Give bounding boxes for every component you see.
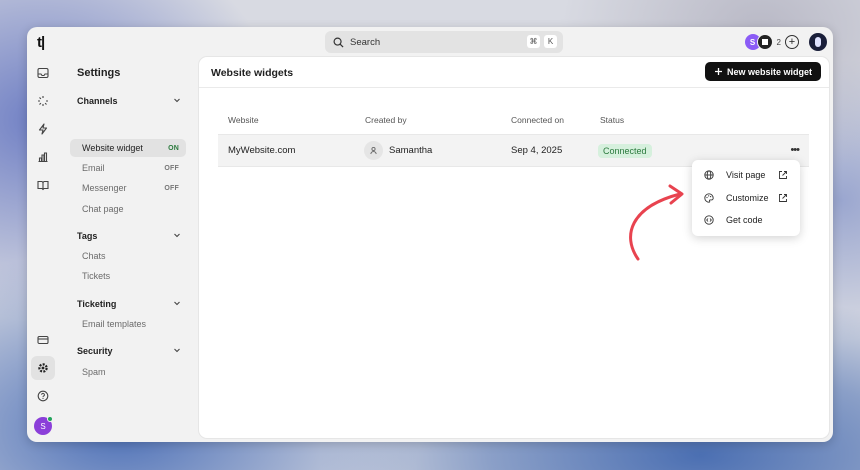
menu-item-label: Visit page <box>726 170 766 180</box>
nav-item-chats[interactable]: Chats <box>70 247 186 265</box>
new-button-label: New website widget <box>726 66 812 77</box>
nav-group-channels[interactable]: Channels <box>77 96 181 106</box>
nav-group-label: Ticketing <box>77 299 117 309</box>
plus-icon <box>714 68 722 75</box>
top-bar: t| Search ⌘ K S 2 + <box>27 27 833 57</box>
nav-item-label: Chat page <box>82 204 124 214</box>
nav-group-security[interactable]: Security <box>77 346 181 356</box>
code-icon <box>704 215 714 225</box>
shortcut-mod-key: ⌘ <box>527 35 540 48</box>
status-tag-off: OFF <box>164 184 179 192</box>
profile-avatar[interactable] <box>809 33 827 51</box>
column-header-connected-on[interactable]: Connected on <box>511 115 564 125</box>
shortcut-k-key: K <box>544 35 557 48</box>
nav-item-website-widget[interactable]: Website widget ON <box>70 139 186 157</box>
member-count: 2 <box>776 37 781 47</box>
menu-item-visit-page[interactable]: Visit page <box>692 165 800 185</box>
settings-title: Settings <box>77 67 121 79</box>
nav-group-label: Channels <box>77 96 118 106</box>
status-badge: Connected <box>598 144 652 158</box>
cell-website: MyWebsite.com <box>228 145 296 156</box>
cell-connected-on: Sep 4, 2025 <box>511 145 563 156</box>
header-divider <box>199 87 829 88</box>
help-icon[interactable] <box>36 389 50 403</box>
chevron-down-icon <box>174 301 180 306</box>
user-avatar-initial: S <box>40 421 46 431</box>
main-panel: Website widgets New website widget Websi… <box>199 57 829 438</box>
nav-item-label: Spam <box>82 367 106 377</box>
user-icon <box>364 141 383 160</box>
external-link-icon <box>778 170 788 180</box>
chevron-down-icon <box>174 98 180 103</box>
app-logo[interactable]: t| <box>37 34 45 51</box>
nav-item-spam[interactable]: Spam <box>70 363 186 381</box>
status-tag-off: OFF <box>164 164 179 172</box>
column-header-created-by[interactable]: Created by <box>365 115 407 125</box>
nav-item-messenger[interactable]: Messenger OFF <box>70 179 186 197</box>
nav-item-label: Messenger <box>82 183 127 193</box>
settings-nav: Settings Channels Website widget ON Emai… <box>65 57 191 442</box>
palette-icon <box>704 193 714 203</box>
search-icon <box>333 37 344 48</box>
nav-item-label: Email <box>82 163 105 173</box>
search-bar[interactable]: Search ⌘ K <box>325 31 563 53</box>
reports-icon[interactable] <box>36 150 50 164</box>
team-avatar-secondary[interactable] <box>756 34 773 50</box>
column-header-status[interactable]: Status <box>600 115 624 125</box>
chevron-down-icon <box>174 348 180 353</box>
menu-item-customize[interactable]: Customize <box>692 188 800 208</box>
nav-item-label: Website widget <box>82 143 143 153</box>
nav-group-label: Tags <box>77 231 98 241</box>
billing-icon[interactable] <box>36 333 50 347</box>
automation-icon[interactable] <box>36 94 50 108</box>
nav-item-chat-page[interactable]: Chat page <box>70 200 186 218</box>
status-tag-on: ON <box>168 144 179 152</box>
nav-item-email[interactable]: Email OFF <box>70 159 186 177</box>
nav-group-tags[interactable]: Tags <box>77 231 181 241</box>
menu-item-label: Customize <box>726 193 769 203</box>
inbox-icon[interactable] <box>36 66 50 80</box>
knowledge-base-icon[interactable] <box>36 178 50 192</box>
globe-icon <box>704 170 714 180</box>
nav-group-ticketing[interactable]: Ticketing <box>77 299 181 309</box>
search-label: Search <box>350 36 381 48</box>
menu-item-label: Get code <box>726 215 763 225</box>
gear-icon[interactable] <box>36 361 50 375</box>
chevron-down-icon <box>174 233 180 238</box>
online-status-dot <box>47 416 53 422</box>
nav-group-label: Security <box>77 346 113 356</box>
column-header-website[interactable]: Website <box>228 115 259 125</box>
external-link-icon <box>778 193 788 203</box>
new-website-widget-button[interactable]: New website widget <box>704 62 821 81</box>
add-member-icon[interactable]: + <box>785 35 799 49</box>
nav-item-tickets[interactable]: Tickets <box>70 267 186 285</box>
nav-item-label: Email templates <box>82 319 147 329</box>
top-right-controls: S 2 + <box>744 33 827 51</box>
row-actions-menu: Visit page Customize Get code <box>692 160 800 236</box>
nav-item-email-templates[interactable]: Email templates <box>70 315 186 333</box>
user-avatar[interactable]: S <box>34 416 53 435</box>
nav-item-label: Chats <box>82 251 106 261</box>
page-title: Website widgets <box>211 67 294 79</box>
icon-rail: S <box>27 57 59 442</box>
more-options-icon[interactable]: ••• <box>790 144 800 156</box>
menu-item-get-code[interactable]: Get code <box>692 210 800 230</box>
cell-created-by: Samantha <box>389 145 433 156</box>
lightning-icon[interactable] <box>36 122 50 136</box>
nav-item-label: Tickets <box>82 271 111 281</box>
